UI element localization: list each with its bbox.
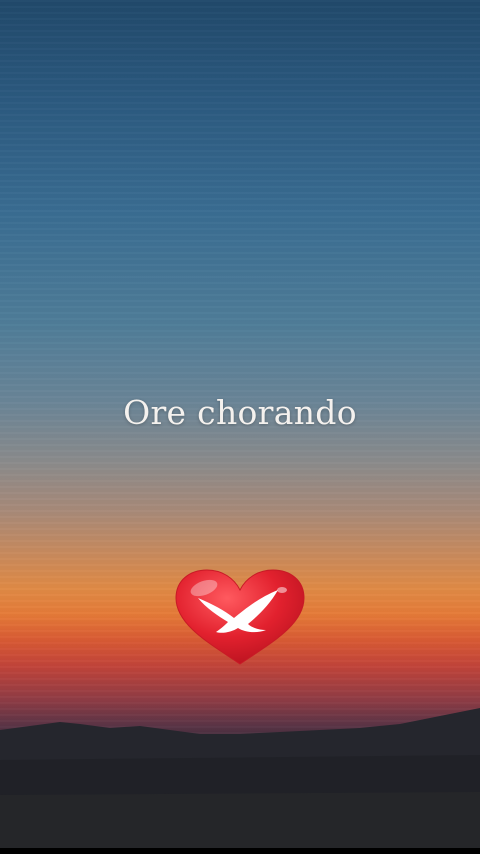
bottom-edge — [0, 848, 480, 854]
heart-dove-icon — [175, 569, 305, 665]
video-frame: Ore chorando — [0, 0, 480, 854]
caption-text: Ore chorando — [123, 393, 357, 432]
mountain-silhouette — [0, 708, 480, 854]
